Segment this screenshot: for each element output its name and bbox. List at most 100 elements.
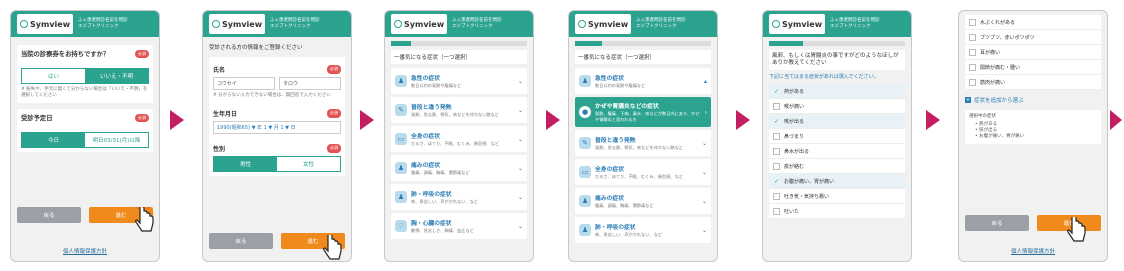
clinic-name: ふぇ患者問診名前を問診 エジプトクリニック bbox=[78, 18, 128, 29]
clinic-name: ふぇ患者問診名前を問診 エジプトクリニック bbox=[452, 18, 502, 29]
category-item[interactable]: ▭ 全身の症状 だるさ、ほてり、不眠、むくみ、倦怠感、など ⌄ bbox=[391, 126, 527, 152]
chevron-right-icon: › bbox=[704, 108, 707, 116]
selected-summary: 選択中の症状 • 熱がある • 咳が出る • お腹が痛い、胃が痛い bbox=[965, 110, 1101, 144]
category-title: かぜや胃腸炎などの症状 bbox=[595, 104, 659, 110]
symptom-checkbox[interactable]: 喉が痛い bbox=[769, 99, 905, 114]
category-item[interactable]: ✎ 普段と違う発熱 発熱、急な熱、寒気、咳などを伴わない熱など ⌄ bbox=[575, 130, 711, 156]
category-desc: 数日以内の発熱や腹痛など bbox=[595, 83, 646, 88]
category-title: 胸・心臓の症状 bbox=[411, 221, 452, 227]
symptom-label: 喉が痛い bbox=[784, 103, 805, 110]
symptom-label: 鼻づまり bbox=[784, 133, 805, 140]
name-label: 氏名 bbox=[213, 67, 226, 74]
flow-arrow-icon bbox=[1110, 110, 1122, 130]
category-item[interactable]: ♟ 痛みの症状 腹痛、頭痛、胸痛、関節痛など ⌄ bbox=[391, 155, 527, 181]
symptom-checkbox[interactable]: ✓ 咳が出る bbox=[769, 114, 905, 129]
symptom-checkbox[interactable]: 水ぶくれがある bbox=[965, 15, 1101, 30]
symptom-checkbox[interactable]: ブツブツ、赤いポツポツ bbox=[965, 30, 1101, 45]
tomorrow-option[interactable]: 明日03/31(月)以降 bbox=[85, 133, 148, 147]
category-icon: ♟ bbox=[579, 195, 591, 207]
category-item[interactable]: ♡ 胸・心臓の症状 動悸、息苦しさ、胸痛、血圧など ⌄ bbox=[391, 213, 527, 239]
category-item[interactable]: ▭ 全身の症状 だるさ、ほてり、不眠、むくみ、倦怠感、など ⌄ bbox=[575, 159, 711, 185]
symview-logo: Symview bbox=[391, 14, 447, 34]
symptom-checkbox[interactable]: ✓ 熱がある bbox=[769, 84, 905, 99]
app-header: Symview ふぇ患者問診名前を問診 エジプトクリニック bbox=[385, 11, 533, 37]
yes-option[interactable]: はい bbox=[22, 69, 85, 83]
symptom-checkbox[interactable]: 鼻水が出る bbox=[769, 144, 905, 159]
symptom-checkbox[interactable]: 吐き気・気持ち悪い bbox=[769, 189, 905, 204]
category-item[interactable]: ♟ 肺・呼吸の症状 咳、息苦しい、声がかれない、など ⌄ bbox=[391, 184, 527, 210]
category-icon: ✎ bbox=[579, 137, 591, 149]
chevron-down-icon: ⌄ bbox=[701, 226, 707, 234]
symptom-checkbox[interactable]: 関節が痛む・腫い bbox=[965, 60, 1101, 75]
symptom-label: 吐き気・気持ち悪い bbox=[784, 193, 830, 200]
chevron-down-icon: ⌄ bbox=[517, 164, 523, 172]
male-option[interactable]: 男性 bbox=[214, 157, 277, 171]
category-icon: ▭ bbox=[579, 166, 591, 178]
required-badge: 必須 bbox=[327, 144, 341, 153]
plus-icon: + bbox=[965, 97, 971, 103]
logo-icon bbox=[394, 20, 402, 28]
category-icon: ♟ bbox=[395, 162, 407, 174]
sex-toggle: 男性 女性 bbox=[213, 156, 341, 172]
symptom-label: 水ぶくれがある bbox=[980, 19, 1016, 26]
screen-patient-info: Symview ふぇ患者問診名前を問診 エジプトクリニック 受診される方の情報を… bbox=[202, 10, 352, 262]
symptom-checkbox[interactable]: 鼻づまり bbox=[769, 129, 905, 144]
radio-icon: ● bbox=[579, 106, 591, 118]
category-icon: ♡ bbox=[395, 220, 407, 232]
pointer-hand-icon bbox=[135, 207, 154, 232]
chevron-down-icon: ⌄ bbox=[517, 106, 523, 114]
pointer-hand-icon bbox=[1067, 217, 1086, 242]
symptom-label: 耳が痛い bbox=[980, 49, 1001, 56]
category-acute[interactable]: ♟ 急性の症状 数日以内の発熱や腹痛など ▴ bbox=[575, 68, 711, 94]
progress-fill bbox=[769, 41, 803, 46]
no-option[interactable]: いいえ・不明 bbox=[85, 69, 148, 83]
last-name-field[interactable]: タロウ bbox=[279, 77, 341, 90]
first-name-field[interactable]: コウセイ bbox=[213, 77, 275, 90]
category-title: 痛みの症状 bbox=[411, 163, 440, 169]
chevron-down-icon: ⌄ bbox=[701, 139, 707, 147]
progress-fill bbox=[575, 41, 603, 46]
back-button[interactable]: 戻る bbox=[209, 233, 273, 249]
female-option[interactable]: 女性 bbox=[277, 157, 340, 171]
symptom-label: お腹が痛い、胃が痛い bbox=[784, 178, 835, 185]
checkbox-icon bbox=[773, 132, 780, 140]
symptom-prompt: 一番気になる症状（一つ選択） bbox=[575, 50, 711, 64]
add-symptom-link[interactable]: + 症状を追加から選ぶ bbox=[965, 96, 1101, 104]
logo-icon bbox=[212, 20, 220, 28]
category-item[interactable]: ♟ 痛みの症状 腹痛、頭痛、胸痛、関節痛など ⌄ bbox=[575, 188, 711, 214]
required-badge: 必須 bbox=[135, 49, 149, 58]
category-title: 痛みの症状 bbox=[595, 196, 624, 202]
app-header: Symview ふぇ患者問診名前を問診 エジプトクリニック bbox=[11, 11, 159, 37]
chevron-down-icon: ⌄ bbox=[517, 77, 523, 85]
checklist-question: 風邪、もしくは胃腸炎の事ですがどのようなほしがありか教えてください bbox=[769, 50, 905, 70]
chevron-down-icon: ⌄ bbox=[701, 168, 707, 176]
privacy-link[interactable]: 個人情報保護方針 bbox=[11, 247, 159, 255]
checkbox-icon bbox=[773, 102, 780, 110]
check-icon: ✓ bbox=[773, 177, 780, 185]
question-title: 当院の診察券をお持ちですか？ bbox=[21, 51, 110, 58]
symptom-label: 痰が絡む bbox=[784, 163, 805, 170]
category-cold-selected[interactable]: ● かぜや胃腸炎などの症状 発熱、腹痛、下痢、鼻水、咳などが数日内にあり、かぜや胃… bbox=[575, 97, 711, 127]
person-icon: ♟ bbox=[579, 75, 591, 87]
symptom-checkbox[interactable]: 筋肉が痛い bbox=[965, 75, 1101, 90]
date-question: 受診予定日 bbox=[21, 115, 53, 122]
checkbox-icon bbox=[969, 48, 976, 56]
category-item[interactable]: ♟ 肺・呼吸の症状 咳、息苦しい、声がかれない、など ⌄ bbox=[575, 217, 711, 243]
symptom-checkbox[interactable]: 耳が痛い bbox=[965, 45, 1101, 60]
symptom-checkbox[interactable]: ✓ お腹が痛い、胃が痛い bbox=[769, 174, 905, 189]
back-button[interactable]: 戻る bbox=[17, 207, 81, 223]
symptom-label: 関節が痛む・腫い bbox=[980, 64, 1021, 71]
category-item[interactable]: ✎ 普段と違う発熱 発熱、急な熱、寒気、咳などを伴わない熱など ⌄ bbox=[391, 97, 527, 123]
symptom-checkbox[interactable]: 痰が絡む bbox=[769, 159, 905, 174]
dob-select[interactable]: 1990(昭和65) ▼ 年 1 ▼ 月 1 ▼ 日 bbox=[213, 121, 341, 134]
category-item[interactable]: ♟ 急性の症状 数日以内の発熱や腹痛など ⌄ bbox=[391, 68, 527, 94]
back-button[interactable]: 戻る bbox=[965, 215, 1029, 231]
screen-symptom-select: Symview ふぇ患者問診名前を問診 エジプトクリニック 一番気になる症状（一… bbox=[384, 10, 534, 262]
category-desc: 発熱、急な熱、寒気、咳などを伴わない熱など bbox=[411, 112, 499, 117]
today-option[interactable]: 今日 bbox=[22, 133, 85, 147]
privacy-link[interactable]: 個人情報保護方針 bbox=[959, 247, 1107, 255]
symptom-checkbox[interactable]: 吐いた bbox=[769, 204, 905, 219]
category-desc: 咳、息苦しい、声がかれない、など bbox=[411, 199, 479, 204]
question-card: 当院の診察券をお持ちですか？ 必須 はい いいえ・不明 # 紛失や、手元に無くて分… bbox=[17, 45, 153, 103]
symview-logo: Symview bbox=[209, 14, 265, 34]
